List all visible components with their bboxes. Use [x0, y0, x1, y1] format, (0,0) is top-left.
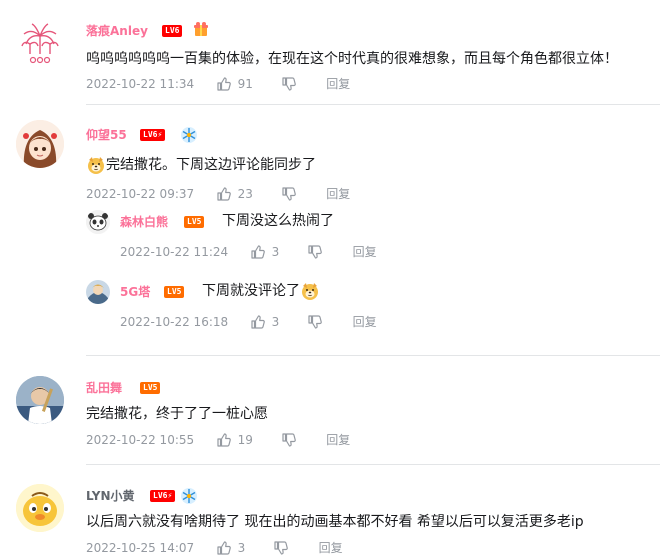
dog-emoji-icon [86, 155, 106, 175]
level-text: LV6 [143, 130, 158, 139]
level-badge: LV5 [184, 216, 205, 228]
level-badge: LV6 [162, 25, 183, 37]
timestamp: 2022-10-22 10:55 [86, 432, 195, 447]
like-icon[interactable] [216, 186, 232, 202]
reply-button[interactable]: 回复 [326, 186, 350, 202]
avatar[interactable] [16, 484, 64, 532]
timestamp: 2022-10-25 14:07 [86, 540, 195, 555]
like-count: 23 [237, 186, 253, 201]
dislike-icon[interactable] [273, 540, 289, 556]
reply-meta: 2022-10-22 16:18 3 回复 [120, 313, 377, 330]
like-icon[interactable] [216, 540, 232, 556]
username[interactable]: 乱田舞 [86, 380, 122, 396]
anime-girl-avatar-icon [16, 120, 64, 168]
comment-meta: 2022-10-22 11:34 91 回复 [86, 75, 350, 92]
reply-button[interactable]: 回复 [353, 244, 377, 260]
reply-button[interactable]: 回复 [319, 540, 343, 556]
reply-username[interactable]: 森林白熊 [120, 214, 168, 230]
comment-text: 完结撒花，终于了了一桩心愿 [86, 406, 268, 422]
palm-tree-avatar-icon [16, 20, 64, 68]
avatar[interactable] [16, 376, 64, 424]
level-badge: LV6⚡ [150, 490, 176, 502]
avatar[interactable] [16, 20, 64, 68]
lightning-icon: ⚡ [157, 130, 163, 139]
like-count: 19 [237, 432, 253, 447]
level-text: LV6 [153, 491, 168, 500]
like-icon[interactable] [216, 76, 232, 92]
level-badge: LV5 [164, 286, 185, 298]
like-icon[interactable] [216, 432, 232, 448]
level-badge: LV6⚡ [140, 129, 166, 141]
reply-username[interactable]: 5G塔 [120, 284, 150, 300]
lightning-icon: ⚡ [167, 491, 173, 500]
comment-text: 呜呜呜呜呜呜一百集的体验，在现在这个时代真的很难想象，而且每个角色都很立体！ [86, 51, 618, 67]
reply-avatar[interactable] [86, 280, 110, 304]
snowflake-badge-icon [181, 488, 197, 504]
like-icon[interactable] [250, 314, 266, 330]
reply-button[interactable]: 回复 [326, 76, 350, 92]
like-count: 3 [271, 244, 280, 259]
timestamp: 2022-10-22 16:18 [120, 314, 229, 329]
username[interactable]: 仰望55 [86, 127, 127, 143]
like-count: 91 [237, 76, 253, 91]
username[interactable]: 落痕Anley [86, 23, 148, 39]
divider [86, 104, 660, 105]
divider [86, 464, 660, 465]
panda-avatar-icon [86, 210, 110, 234]
reply-text-content: 下周就没评论了 [202, 283, 300, 299]
comment-meta: 2022-10-22 10:55 19 回复 [86, 431, 350, 448]
username[interactable]: LYN小黄 [86, 488, 135, 504]
avatar[interactable] [16, 120, 64, 168]
like-icon[interactable] [250, 244, 266, 260]
reply-button[interactable]: 回复 [326, 432, 350, 448]
dislike-icon[interactable] [281, 76, 297, 92]
comment-text: 完结撒花。下周这边评论能同步了 [86, 155, 316, 175]
yellow-bird-avatar-icon [16, 484, 64, 532]
gift-badge-icon [194, 22, 208, 36]
dislike-icon[interactable] [307, 314, 323, 330]
dog-emoji-icon [300, 281, 320, 301]
reply-button[interactable]: 回复 [353, 314, 377, 330]
timestamp: 2022-10-22 09:37 [86, 186, 195, 201]
timestamp: 2022-10-22 11:34 [86, 76, 195, 91]
like-count: 3 [237, 540, 246, 555]
snowflake-badge-icon [181, 127, 197, 143]
timestamp: 2022-10-22 11:24 [120, 244, 229, 259]
dislike-icon[interactable] [281, 432, 297, 448]
player-avatar-icon [16, 376, 64, 424]
reply-avatar[interactable] [86, 210, 110, 234]
dislike-icon[interactable] [281, 186, 297, 202]
comment-text-content: 完结撒花。下周这边评论能同步了 [106, 157, 316, 173]
reply-text: 下周就没评论了 [202, 281, 320, 301]
comment-meta: 2022-10-22 09:37 23 回复 [86, 185, 350, 202]
dislike-icon[interactable] [307, 244, 323, 260]
reply-meta: 2022-10-22 11:24 3 回复 [120, 243, 377, 260]
divider [86, 355, 660, 356]
comment-text: 以后周六就没有啥期待了 现在出的动画基本都不好看 希望以后可以复活更多老ip [86, 514, 584, 530]
comment-meta: 2022-10-25 14:07 3 回复 [86, 539, 343, 556]
character-avatar-icon [86, 280, 110, 304]
level-badge: LV5 [140, 382, 161, 394]
like-count: 3 [271, 314, 280, 329]
reply-text: 下周没这么热闹了 [222, 213, 334, 229]
